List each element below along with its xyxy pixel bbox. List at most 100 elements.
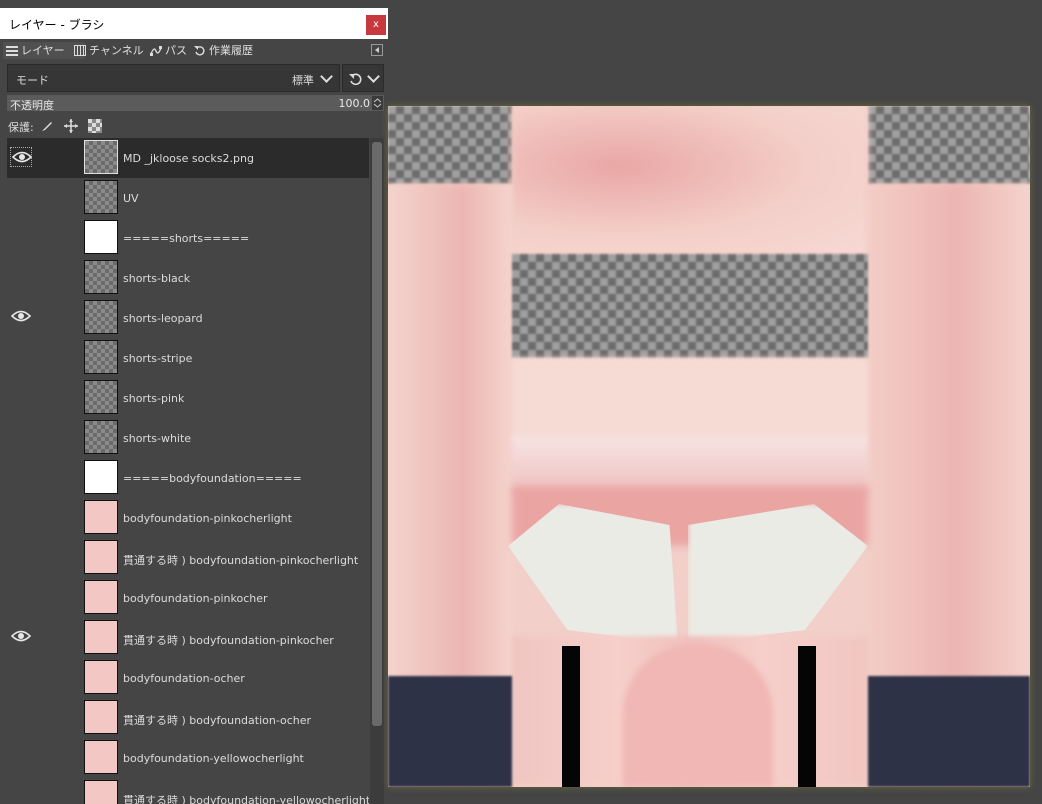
layer-row[interactable]: shorts-stripe bbox=[7, 338, 369, 378]
layer-row[interactable]: shorts-white bbox=[7, 418, 369, 458]
layer-thumbnail[interactable] bbox=[84, 260, 118, 294]
opacity-value: 100.0 bbox=[338, 97, 371, 110]
layer-name[interactable]: UV bbox=[123, 192, 139, 205]
layer-thumbnail[interactable] bbox=[84, 580, 118, 614]
visibility-toggle[interactable] bbox=[10, 307, 32, 327]
layer-name[interactable]: shorts-pink bbox=[123, 392, 184, 405]
undo-history-icon bbox=[194, 46, 205, 56]
dock-title: レイヤー - ブラシ bbox=[9, 18, 105, 32]
eye-icon bbox=[11, 310, 31, 322]
visibility-toggle[interactable] bbox=[10, 267, 32, 287]
layer-name[interactable]: =====bodyfoundation===== bbox=[123, 472, 302, 485]
foot-area bbox=[623, 644, 773, 787]
image-canvas-area[interactable] bbox=[388, 0, 1042, 804]
mode-reset-button[interactable] bbox=[342, 64, 384, 92]
visibility-toggle[interactable] bbox=[10, 467, 32, 487]
layer-name[interactable]: 貫通する時 ) bodyfoundation-ocher bbox=[123, 712, 311, 728]
visibility-toggle[interactable] bbox=[10, 747, 32, 767]
layer-row[interactable]: MD _jkloose socks2.png bbox=[7, 138, 369, 178]
layer-thumbnail[interactable] bbox=[84, 380, 118, 414]
layer-thumbnail[interactable] bbox=[84, 460, 118, 494]
layers-icon bbox=[6, 46, 18, 56]
visibility-toggle[interactable] bbox=[10, 627, 32, 647]
layer-name[interactable]: shorts-stripe bbox=[123, 352, 192, 365]
layer-thumbnail[interactable] bbox=[84, 300, 118, 334]
layer-thumbnail[interactable] bbox=[84, 700, 118, 734]
layer-name[interactable]: 貫通する時 ) bodyfoundation-pinkocherlight bbox=[123, 552, 358, 568]
lock-pixels-icon[interactable] bbox=[41, 120, 53, 132]
layer-name[interactable]: bodyfoundation-ocher bbox=[123, 672, 245, 685]
visibility-toggle[interactable] bbox=[10, 507, 32, 527]
chest-area bbox=[512, 106, 868, 256]
visibility-toggle[interactable] bbox=[10, 587, 32, 607]
layer-row[interactable]: shorts-pink bbox=[7, 378, 369, 418]
scrollbar-thumb[interactable] bbox=[372, 142, 382, 726]
layer-thumbnail[interactable] bbox=[84, 740, 118, 774]
layer-row[interactable]: 貫通する時 ) bodyfoundation-pinkocherlight bbox=[7, 538, 369, 578]
layer-name[interactable]: bodyfoundation-yellowocherlight bbox=[123, 752, 304, 765]
visibility-toggle[interactable] bbox=[10, 147, 32, 167]
layer-row[interactable]: 貫通する時 ) bodyfoundation-ocher bbox=[7, 698, 369, 738]
visibility-toggle[interactable] bbox=[10, 347, 32, 367]
layer-name[interactable]: MD _jkloose socks2.png bbox=[123, 152, 254, 165]
layer-name[interactable]: bodyfoundation-pinkocherlight bbox=[123, 512, 292, 525]
visibility-toggle[interactable] bbox=[10, 707, 32, 727]
lock-label: 保護: bbox=[8, 121, 34, 134]
eye-icon bbox=[12, 151, 32, 163]
layer-row[interactable]: 貫通する時 ) bodyfoundation-yellowocherlight bbox=[7, 778, 369, 804]
layer-thumbnail[interactable] bbox=[84, 340, 118, 374]
layer-thumbnail[interactable] bbox=[84, 220, 118, 254]
layer-row[interactable]: UV bbox=[7, 178, 369, 218]
shirt-right bbox=[688, 504, 868, 644]
mode-select[interactable]: モード 標準 bbox=[7, 64, 340, 92]
layer-row[interactable]: 貫通する時 ) bodyfoundation-pinkocher bbox=[7, 618, 369, 658]
visibility-toggle[interactable] bbox=[10, 387, 32, 407]
layer-list-scrollbar[interactable] bbox=[370, 138, 384, 804]
layer-row[interactable]: =====shorts===== bbox=[7, 218, 369, 258]
opacity-slider[interactable]: 不透明度 100.0 bbox=[7, 95, 384, 112]
layer-list[interactable]: MD _jkloose socks2.png UV =====shorts=====… bbox=[7, 138, 369, 804]
layer-name[interactable]: =====shorts===== bbox=[123, 232, 249, 245]
layer-name[interactable]: bodyfoundation-pinkocher bbox=[123, 592, 268, 605]
layer-name[interactable]: shorts-leopard bbox=[123, 312, 203, 325]
layer-thumbnail[interactable] bbox=[84, 660, 118, 694]
layer-name[interactable]: shorts-white bbox=[123, 432, 191, 445]
visibility-toggle[interactable] bbox=[10, 187, 32, 207]
layer-thumbnail[interactable] bbox=[84, 620, 118, 654]
layer-name[interactable]: 貫通する時 ) bodyfoundation-pinkocher bbox=[123, 632, 334, 648]
layer-row[interactable]: shorts-leopard bbox=[7, 298, 369, 338]
lock-position-icon[interactable] bbox=[64, 119, 78, 133]
transparent-region bbox=[388, 106, 512, 184]
layer-row[interactable]: shorts-black bbox=[7, 258, 369, 298]
layer-row[interactable]: =====bodyfoundation===== bbox=[7, 458, 369, 498]
layer-thumbnail[interactable] bbox=[84, 540, 118, 574]
tab-paths-label: パス bbox=[165, 44, 187, 57]
tab-undo-history[interactable]: 作業履歴 bbox=[191, 42, 273, 59]
image-canvas[interactable] bbox=[388, 106, 1030, 787]
opacity-spinner[interactable] bbox=[372, 96, 383, 110]
stripe-black-left bbox=[562, 646, 580, 787]
layer-name[interactable]: 貫通する時 ) bodyfoundation-yellowocherlight bbox=[123, 792, 369, 804]
visibility-toggle[interactable] bbox=[10, 667, 32, 687]
layer-row[interactable]: bodyfoundation-pinkocherlight bbox=[7, 498, 369, 538]
eye-icon bbox=[11, 630, 31, 642]
layer-name[interactable]: shorts-black bbox=[123, 272, 190, 285]
layer-thumbnail[interactable] bbox=[84, 780, 118, 804]
tab-menu-button[interactable] bbox=[371, 44, 383, 56]
layer-row[interactable]: bodyfoundation-ocher bbox=[7, 658, 369, 698]
visibility-toggle[interactable] bbox=[10, 547, 32, 567]
layer-thumbnail[interactable] bbox=[84, 180, 118, 214]
layer-row[interactable]: bodyfoundation-yellowocherlight bbox=[7, 738, 369, 778]
visibility-toggle[interactable] bbox=[10, 427, 32, 447]
layer-thumbnail[interactable] bbox=[84, 500, 118, 534]
visibility-toggle[interactable] bbox=[10, 227, 32, 247]
tab-layers-label: レイヤー bbox=[21, 44, 65, 57]
layer-thumbnail[interactable] bbox=[84, 140, 118, 174]
layer-thumbnail[interactable] bbox=[84, 420, 118, 454]
layers-dock: レイヤー - ブラシ x レイヤー チャンネル パス 作業履歴 モード 標準 不… bbox=[0, 0, 388, 804]
lock-alpha-icon[interactable] bbox=[88, 119, 102, 133]
dock-titlebar[interactable]: レイヤー - ブラシ x bbox=[0, 8, 388, 39]
layer-row[interactable]: bodyfoundation-pinkocher bbox=[7, 578, 369, 618]
visibility-toggle[interactable] bbox=[10, 787, 32, 804]
close-button[interactable]: x bbox=[366, 15, 386, 35]
